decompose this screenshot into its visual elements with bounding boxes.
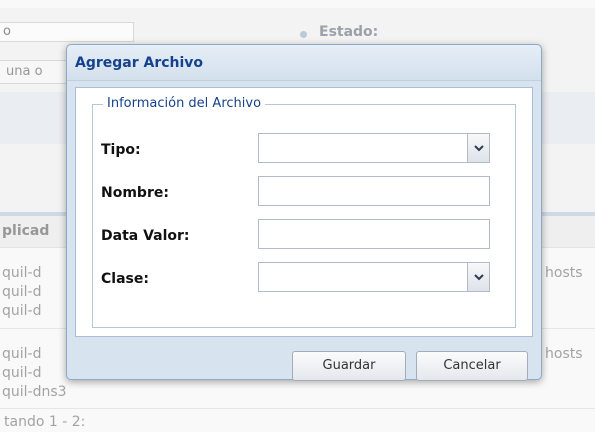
save-button[interactable]: Guardar bbox=[292, 351, 406, 381]
nombre-input[interactable] bbox=[258, 176, 490, 206]
nombre-label: Nombre: bbox=[101, 185, 169, 201]
data-valor-input[interactable] bbox=[258, 219, 490, 249]
cancel-button[interactable]: Cancelar bbox=[416, 351, 528, 381]
dialog-footer: Guardar Cancelar bbox=[67, 341, 541, 381]
chevron-down-icon[interactable] bbox=[467, 134, 489, 162]
add-file-dialog: Agregar Archivo Información del Archivo … bbox=[66, 44, 542, 381]
tipo-combobox[interactable] bbox=[258, 133, 490, 163]
tipo-label: Tipo: bbox=[101, 142, 141, 158]
file-info-fieldset: Información del Archivo Tipo: Nombre: Da… bbox=[92, 96, 516, 328]
clase-label: Clase: bbox=[101, 271, 149, 287]
clase-combobox[interactable] bbox=[258, 262, 490, 292]
dialog-title[interactable]: Agregar Archivo bbox=[67, 45, 541, 81]
data-valor-label: Data Valor: bbox=[101, 228, 190, 244]
dialog-body: Información del Archivo Tipo: Nombre: Da… bbox=[75, 87, 533, 337]
chevron-down-icon[interactable] bbox=[467, 263, 489, 291]
fieldset-legend: Información del Archivo bbox=[103, 96, 266, 112]
